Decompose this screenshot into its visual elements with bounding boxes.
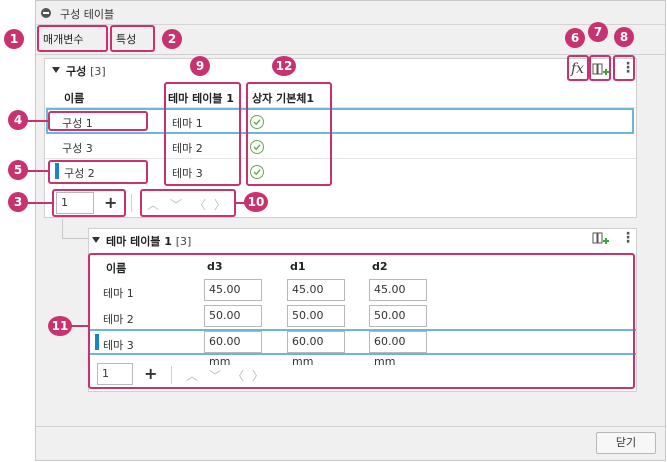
callout-badge: 12	[272, 56, 296, 76]
row-divider	[45, 158, 636, 159]
callout-line	[70, 325, 88, 327]
callout-badge: 1	[4, 29, 24, 49]
theme-section-title: 테마 테이블 1 [3]	[106, 233, 191, 249]
callout-box-box-column	[246, 82, 332, 186]
add-column-icon[interactable]	[592, 231, 610, 247]
panel-titlebar	[36, 1, 665, 25]
callout-box-fx	[567, 55, 589, 81]
callout-line	[25, 170, 48, 172]
callout-box-theme-table	[88, 253, 635, 389]
tree-connector	[62, 219, 63, 239]
callout-box-config-row	[48, 111, 148, 131]
callout-box-add-column	[589, 55, 611, 81]
config-section	[44, 58, 637, 218]
config-section-label: 구성	[66, 65, 87, 78]
callout-badge: 9	[190, 56, 210, 76]
row-name[interactable]: 구성 3	[62, 140, 93, 156]
config-section-count: [3]	[90, 65, 106, 78]
callout-box-stepper	[52, 189, 126, 217]
callout-box-nav-arrows	[140, 189, 236, 217]
collapse-icon[interactable]	[41, 8, 51, 18]
callout-badge: 10	[244, 192, 268, 212]
toolbar-divider	[131, 194, 132, 212]
callout-box-tab-properties	[110, 25, 155, 52]
panel-title: 구성 테이블	[60, 8, 115, 21]
expand-triangle-icon[interactable]	[52, 67, 60, 73]
close-button[interactable]: 닫기	[596, 432, 656, 454]
callout-badge: 4	[8, 110, 28, 130]
theme-section-label: 테마 테이블 1	[106, 235, 172, 248]
callout-box-tab-parameters	[37, 25, 108, 52]
callout-box-theme-column	[164, 82, 241, 186]
expand-triangle-icon[interactable]	[92, 237, 100, 243]
callout-badge: 11	[48, 316, 72, 336]
callout-line	[25, 202, 52, 204]
callout-badge: 3	[8, 192, 28, 212]
footer-divider	[36, 426, 665, 427]
callout-line	[25, 120, 48, 122]
callout-badge: 6	[565, 28, 585, 48]
callout-badge: 2	[162, 29, 182, 49]
callout-badge: 8	[614, 27, 634, 47]
tree-connector	[62, 238, 88, 239]
column-header-name[interactable]: 이름	[64, 90, 84, 106]
callout-badge: 7	[588, 22, 608, 42]
more-options-icon[interactable]: ⋮	[621, 230, 635, 246]
theme-section-count: [3]	[175, 235, 192, 248]
config-section-title: 구성 [3]	[66, 63, 106, 79]
callout-box-active-row	[48, 160, 148, 184]
callout-badge: 5	[8, 160, 28, 180]
callout-box-more	[613, 55, 635, 81]
